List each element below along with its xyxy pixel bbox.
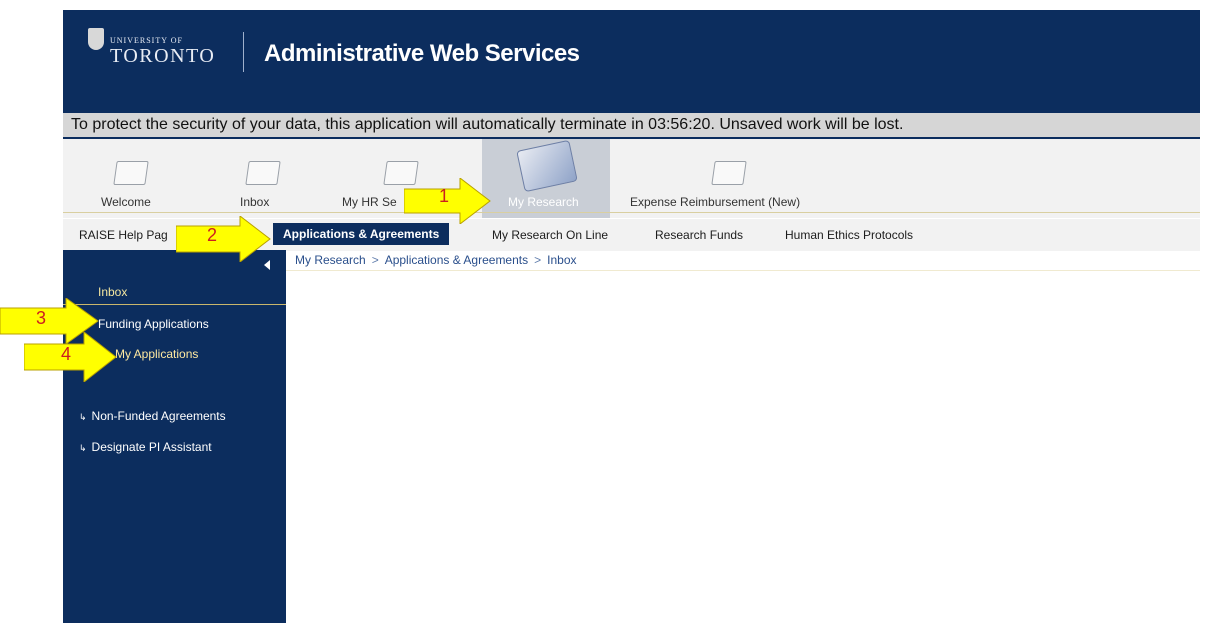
subtab-human-ethics-protocols[interactable]: Human Ethics Protocols bbox=[785, 228, 913, 242]
sidebar-item-non-funded-agreements[interactable]: ↳ Non-Funded Agreements bbox=[79, 409, 226, 423]
expand-arrow-icon: ↳ bbox=[79, 443, 87, 453]
research-documents-icon bbox=[516, 139, 578, 193]
breadcrumb-applications-agreements[interactable]: Applications & Agreements bbox=[385, 253, 528, 267]
tab-label: Inbox bbox=[240, 195, 270, 209]
tab-label: My Research bbox=[508, 195, 579, 209]
folder-icon bbox=[711, 161, 747, 185]
tab-bar-divider bbox=[63, 212, 1200, 213]
sidebar-item-funding-applications[interactable]: Funding Applications bbox=[98, 317, 209, 331]
tab-expense-reimbursement[interactable]: Expense Reimbursement (New) bbox=[623, 139, 843, 218]
subtab-applications-agreements[interactable]: Applications & Agreements bbox=[273, 223, 450, 245]
session-timeout-message: To protect the security of your data, th… bbox=[71, 116, 904, 133]
sidebar-item-label: Designate PI Assistant bbox=[91, 440, 212, 454]
subtab-my-research-online[interactable]: My Research On Line bbox=[492, 228, 608, 242]
folder-icon bbox=[113, 161, 149, 185]
university-name: TORONTO bbox=[110, 45, 216, 67]
expand-arrow-icon: ↳ bbox=[79, 412, 87, 422]
annotation-number-3: 3 bbox=[36, 308, 47, 328]
subtab-raise-help[interactable]: RAISE Help Pag bbox=[79, 228, 168, 242]
tab-inbox[interactable]: Inbox bbox=[213, 139, 303, 218]
university-label: UNIVERSITY OF bbox=[110, 36, 183, 45]
breadcrumb-my-research[interactable]: My Research bbox=[295, 253, 366, 267]
annotation-number-1: 1 bbox=[439, 186, 450, 206]
sidebar-item-my-applications[interactable]: My Applications bbox=[115, 347, 198, 361]
breadcrumb-inbox: Inbox bbox=[547, 253, 577, 267]
main-tab-bar: Welcome Inbox My HR Se My Research Expen… bbox=[63, 139, 1200, 218]
folder-icon bbox=[245, 161, 281, 185]
session-timeout-bar: To protect the security of your data, th… bbox=[63, 113, 1200, 139]
tab-label: Welcome bbox=[101, 195, 151, 209]
content-divider bbox=[286, 270, 1200, 271]
sidebar-item-inbox[interactable]: Inbox bbox=[98, 285, 127, 299]
annotation-arrow-2-icon bbox=[176, 216, 272, 262]
sidebar-item-label: Non-Funded Agreements bbox=[91, 409, 226, 423]
app-header: UNIVERSITY OF TORONTO Administrative Web… bbox=[63, 10, 1200, 113]
tab-label: Expense Reimbursement (New) bbox=[630, 195, 801, 209]
header-divider bbox=[243, 32, 244, 72]
breadcrumb-separator: > bbox=[371, 253, 379, 267]
annotation-number-4: 4 bbox=[61, 344, 72, 364]
tab-welcome[interactable]: Welcome bbox=[63, 139, 198, 218]
annotation-number-2: 2 bbox=[207, 225, 218, 245]
breadcrumb-separator: > bbox=[534, 253, 542, 267]
university-crest-icon bbox=[88, 28, 104, 50]
app-title: Administrative Web Services bbox=[264, 40, 580, 67]
tab-label: My HR Se bbox=[342, 195, 397, 209]
sidebar-item-designate-pi-assistant[interactable]: ↳ Designate PI Assistant bbox=[79, 440, 212, 454]
tab-my-research[interactable]: My Research bbox=[482, 139, 610, 218]
breadcrumb: My Research > Applications & Agreements > In… bbox=[295, 253, 577, 267]
subtab-research-funds[interactable]: Research Funds bbox=[655, 228, 743, 242]
